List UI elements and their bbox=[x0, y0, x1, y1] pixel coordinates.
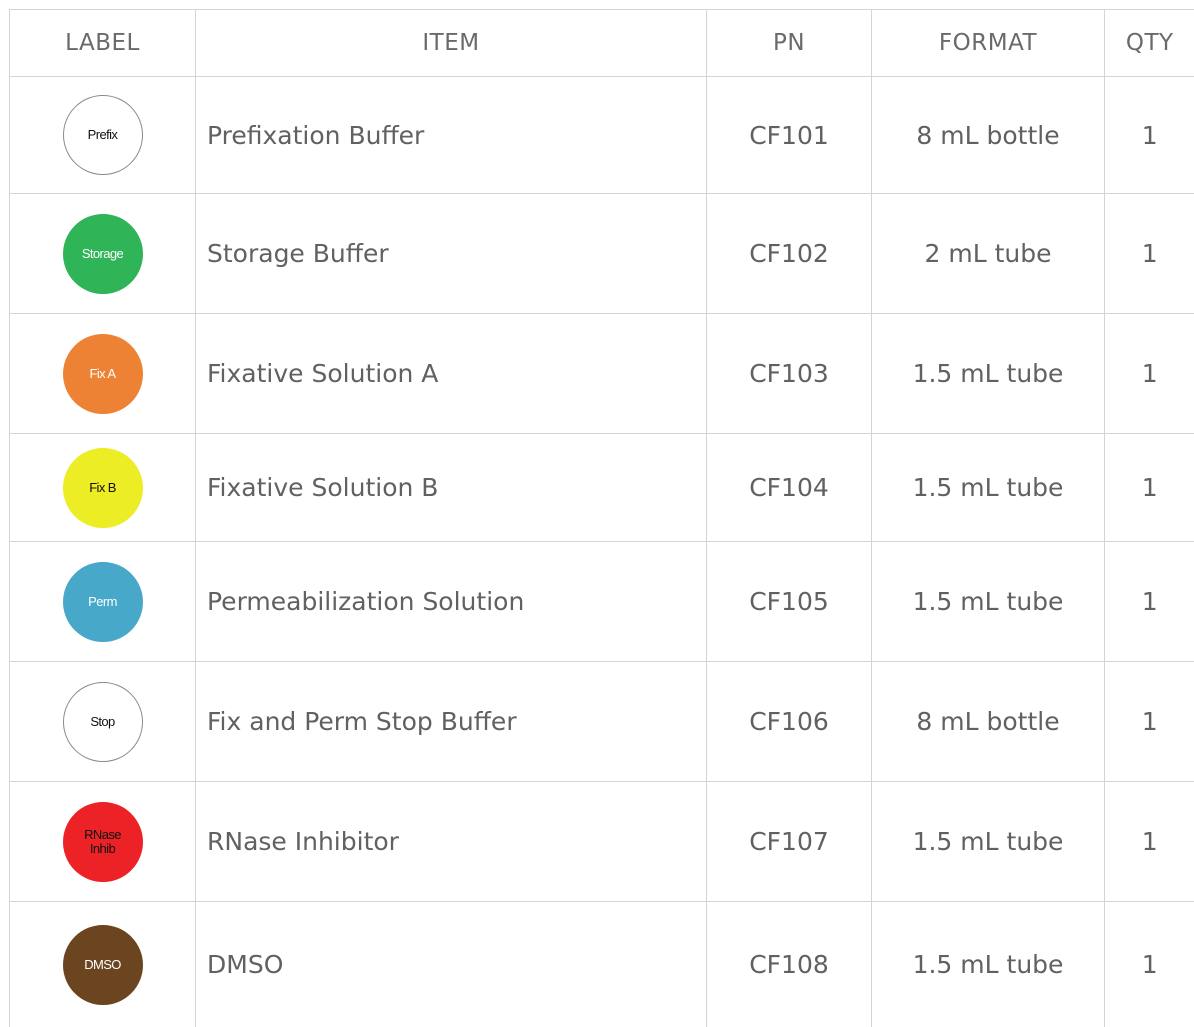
pn-cell: CF104 bbox=[706, 433, 872, 542]
qty-cell: 1 bbox=[1104, 193, 1194, 314]
pn-cell: CF107 bbox=[706, 781, 872, 902]
format-cell: 1.5 mL tube bbox=[871, 901, 1105, 1027]
label-cell: Storage bbox=[9, 193, 196, 314]
table-row: Prefix Prefixation Buffer CF101 8 mL bot… bbox=[9, 76, 1194, 194]
item-cell: Fix and Perm Stop Buffer bbox=[195, 661, 707, 782]
pn-cell: CF108 bbox=[706, 901, 872, 1027]
format-cell: 2 mL tube bbox=[871, 193, 1105, 314]
column-header-format: FORMAT bbox=[871, 9, 1105, 77]
qty-cell: 1 bbox=[1104, 313, 1194, 434]
pn-cell: CF103 bbox=[706, 313, 872, 434]
format-cell: 1.5 mL tube bbox=[871, 541, 1105, 662]
label-circle-stop: Stop bbox=[62, 681, 143, 762]
qty-cell: 1 bbox=[1104, 661, 1194, 782]
item-cell: Prefixation Buffer bbox=[195, 76, 707, 194]
item-cell: RNase Inhibitor bbox=[195, 781, 707, 902]
label-cell: Fix B bbox=[9, 433, 196, 542]
label-cell: Prefix bbox=[9, 76, 196, 194]
label-cell: Stop bbox=[9, 661, 196, 782]
label-circle-perm: Perm bbox=[62, 561, 143, 642]
label-circle-storage: Storage bbox=[62, 213, 143, 294]
pn-cell: CF102 bbox=[706, 193, 872, 314]
column-header-item: ITEM bbox=[195, 9, 707, 77]
table-row: Perm Permeabilization Solution CF105 1.5… bbox=[9, 541, 1194, 662]
table-row: Fix B Fixative Solution B CF104 1.5 mL t… bbox=[9, 433, 1194, 542]
qty-cell: 1 bbox=[1104, 901, 1194, 1027]
table-row: Fix A Fixative Solution A CF103 1.5 mL t… bbox=[9, 313, 1194, 434]
qty-cell: 1 bbox=[1104, 541, 1194, 662]
label-circle-rnase-inhib: RNase Inhib bbox=[62, 801, 143, 882]
label-circle-fix-b: Fix B bbox=[62, 447, 143, 528]
format-cell: 1.5 mL tube bbox=[871, 433, 1105, 542]
format-cell: 8 mL bottle bbox=[871, 661, 1105, 782]
label-circle-fix-a: Fix A bbox=[62, 333, 143, 414]
label-circle-prefix: Prefix bbox=[62, 95, 143, 175]
table-header-row: LABEL ITEM PN FORMAT QTY bbox=[9, 9, 1194, 77]
format-cell: 1.5 mL tube bbox=[871, 313, 1105, 434]
label-cell: RNase Inhib bbox=[9, 781, 196, 902]
table-row: Storage Storage Buffer CF102 2 mL tube 1 bbox=[9, 193, 1194, 314]
label-cell: Fix A bbox=[9, 313, 196, 434]
table-row: RNase Inhib RNase Inhibitor CF107 1.5 mL… bbox=[9, 781, 1194, 902]
qty-cell: 1 bbox=[1104, 433, 1194, 542]
table-row: Stop Fix and Perm Stop Buffer CF106 8 mL… bbox=[9, 661, 1194, 782]
format-cell: 8 mL bottle bbox=[871, 76, 1105, 194]
column-header-pn: PN bbox=[706, 9, 872, 77]
table-row: DMSO DMSO CF108 1.5 mL tube 1 bbox=[9, 901, 1194, 1027]
label-cell: DMSO bbox=[9, 901, 196, 1027]
qty-cell: 1 bbox=[1104, 781, 1194, 902]
format-cell: 1.5 mL tube bbox=[871, 781, 1105, 902]
label-circle-dmso: DMSO bbox=[62, 924, 143, 1005]
item-cell: DMSO bbox=[195, 901, 707, 1027]
item-cell: Storage Buffer bbox=[195, 193, 707, 314]
kit-contents-table: LABEL ITEM PN FORMAT QTY Prefix Prefixat… bbox=[9, 9, 1194, 1027]
item-cell: Fixative Solution A bbox=[195, 313, 707, 434]
pn-cell: CF106 bbox=[706, 661, 872, 782]
column-header-qty: QTY bbox=[1104, 9, 1194, 77]
item-cell: Fixative Solution B bbox=[195, 433, 707, 542]
label-cell: Perm bbox=[9, 541, 196, 662]
pn-cell: CF105 bbox=[706, 541, 872, 662]
pn-cell: CF101 bbox=[706, 76, 872, 194]
qty-cell: 1 bbox=[1104, 76, 1194, 194]
item-cell: Permeabilization Solution bbox=[195, 541, 707, 662]
column-header-label: LABEL bbox=[9, 9, 196, 77]
